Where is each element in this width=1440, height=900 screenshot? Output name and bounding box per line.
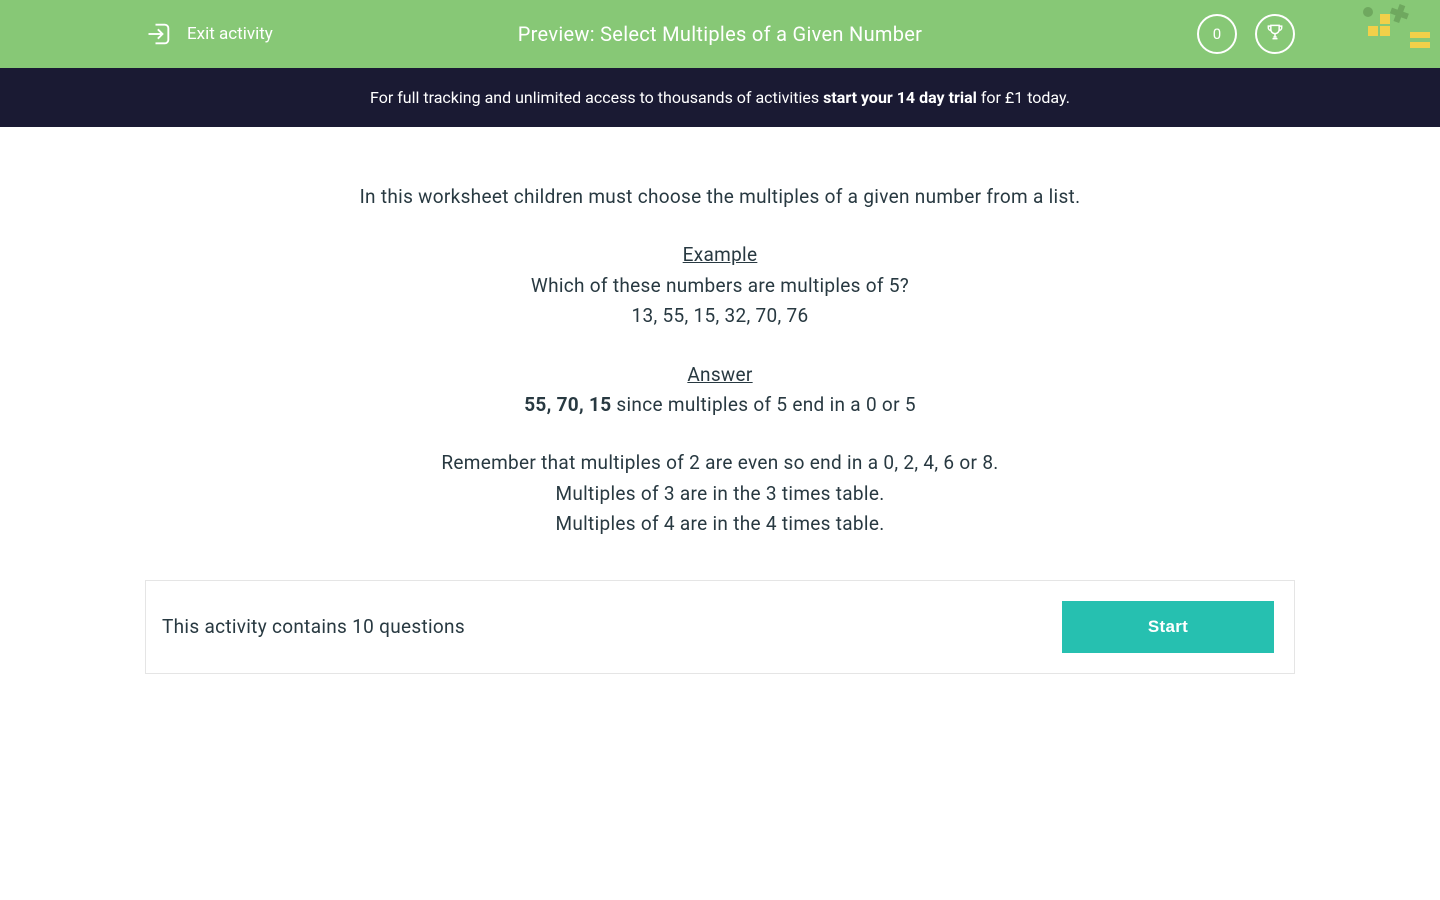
banner-prefix: For full tracking and unlimited access t… (370, 88, 823, 107)
header-right: 0 (1197, 14, 1295, 54)
answer-rest: since multiples of 5 end in a 0 or 5 (611, 393, 915, 416)
corner-decoration (1350, 0, 1440, 60)
banner-bold: start your 14 day trial (823, 88, 977, 107)
tip-1: Remember that multiples of 2 are even so… (145, 448, 1295, 478)
trophy-icon (1265, 22, 1285, 46)
header: Exit activity Preview: Select Multiples … (0, 0, 1440, 68)
answer-bold: 55, 70, 15 (524, 393, 611, 416)
answer-label: Answer (687, 363, 752, 386)
example-question: Which of these numbers are multiples of … (145, 271, 1295, 301)
example-label: Example (683, 243, 758, 266)
content: In this worksheet children must choose t… (0, 127, 1440, 540)
tip-2: Multiples of 3 are in the 3 times table. (145, 479, 1295, 509)
intro-text: In this worksheet children must choose t… (145, 182, 1295, 212)
page-title: Preview: Select Multiples of a Given Num… (518, 22, 923, 46)
example-numbers: 13, 55, 15, 32, 70, 76 (145, 301, 1295, 331)
exit-icon (145, 20, 173, 48)
points-value: 0 (1213, 25, 1221, 43)
activity-bar: This activity contains 10 questions Star… (145, 580, 1295, 674)
start-button[interactable]: Start (1062, 601, 1274, 653)
banner-suffix: for £1 today. (977, 88, 1070, 107)
tip-3: Multiples of 4 are in the 4 times table. (145, 509, 1295, 539)
activity-count-text: This activity contains 10 questions (162, 615, 465, 638)
trial-banner[interactable]: For full tracking and unlimited access t… (0, 68, 1440, 127)
points-badge[interactable]: 0 (1197, 14, 1237, 54)
exit-activity-button[interactable]: Exit activity (145, 20, 273, 48)
trophy-badge[interactable] (1255, 14, 1295, 54)
exit-activity-label: Exit activity (187, 24, 273, 44)
